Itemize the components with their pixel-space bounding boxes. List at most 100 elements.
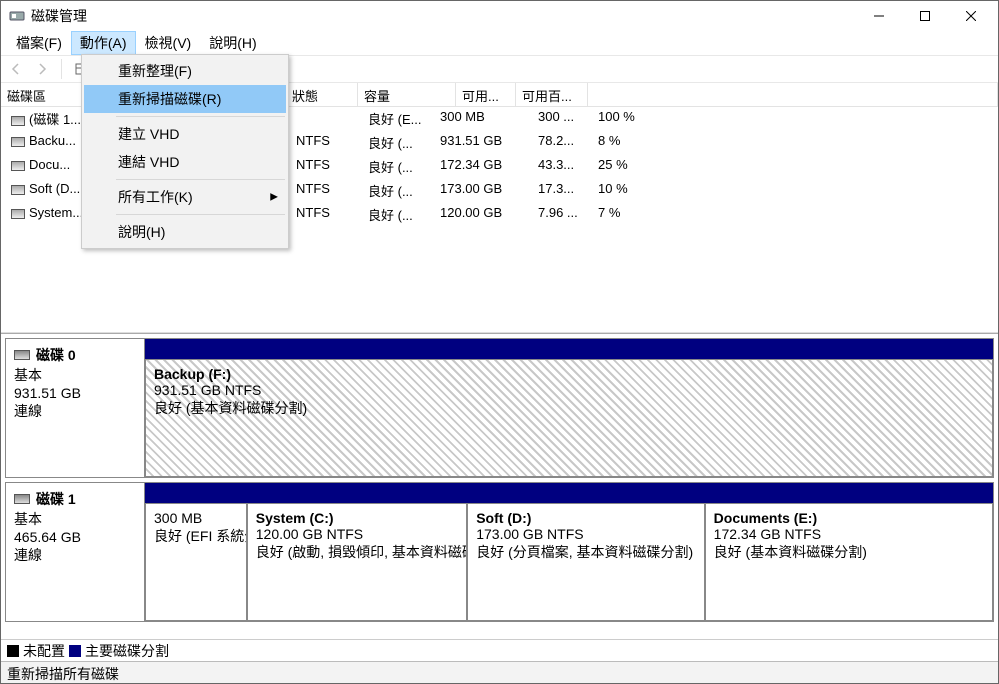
partition-status: 良好 (啟動, 損毀傾印, 基本資料磁碟分割) <box>256 542 458 562</box>
volume-free: 7.96 ... <box>532 203 592 227</box>
legend-primary-swatch <box>69 645 81 657</box>
column-free-pct[interactable]: 可用百... <box>516 83 588 107</box>
menu-action-attach-vhd[interactable]: 連結 VHD <box>84 148 286 176</box>
menu-view[interactable]: 檢視(V) <box>136 31 201 55</box>
volume-capacity: 173.00 GB <box>434 179 532 203</box>
column-capacity[interactable]: 容量 <box>358 83 456 107</box>
disk-partitions: 300 MB良好 (EFI 系統分割)System (C:)120.00 GB … <box>145 482 994 622</box>
partition-size: 120.00 GB NTFS <box>256 526 458 542</box>
disk-icon <box>14 494 30 504</box>
menu-separator <box>116 214 285 215</box>
partition[interactable]: System (C:)120.00 GB NTFS良好 (啟動, 損毀傾印, 基… <box>247 503 467 621</box>
app-icon <box>9 8 25 24</box>
volume-free-pct: 25 % <box>592 155 664 179</box>
volume-capacity: 300 MB <box>434 107 532 131</box>
disk-name: 磁碟 1 <box>36 489 76 509</box>
menu-action-all-tasks[interactable]: 所有工作(K)▶ <box>84 183 286 211</box>
volume-fs: NTFS <box>290 203 362 227</box>
legend-unallocated-label: 未配置 <box>23 641 65 661</box>
disk-info[interactable]: 磁碟 0基本931.51 GB連線 <box>5 338 145 478</box>
partition-size: 172.34 GB NTFS <box>714 526 984 542</box>
nav-forward-button[interactable] <box>31 58 53 80</box>
column-free[interactable]: 可用... <box>456 83 516 107</box>
menu-action[interactable]: 動作(A) <box>71 31 136 55</box>
menu-action-create-vhd[interactable]: 建立 VHD <box>84 120 286 148</box>
partition-title: Soft (D:) <box>476 510 695 526</box>
disk-header-bar <box>145 483 993 503</box>
menu-action-rescan[interactable]: 重新掃描磁碟(R) <box>84 85 286 113</box>
disk-header-bar <box>145 339 993 359</box>
volume-fs: NTFS <box>290 131 362 155</box>
menu-bar: 檔案(F) 動作(A) 檢視(V) 說明(H) 重新整理(F) 重新掃描磁碟(R… <box>1 31 998 55</box>
disk-state: 連線 <box>14 401 136 421</box>
legend-primary-label: 主要磁碟分割 <box>85 641 169 661</box>
volume-icon <box>11 209 25 219</box>
menu-separator <box>116 116 285 117</box>
volume-status: 良好 (... <box>362 203 434 227</box>
minimize-button[interactable] <box>856 1 902 31</box>
volume-free-pct: 100 % <box>592 107 664 131</box>
close-button[interactable] <box>948 1 994 31</box>
volume-free: 17.3... <box>532 179 592 203</box>
disk-size: 465.64 GB <box>14 529 136 545</box>
column-status[interactable]: 狀態 <box>286 83 358 107</box>
volume-free: 78.2... <box>532 131 592 155</box>
menu-file[interactable]: 檔案(F) <box>7 31 71 55</box>
disk-size: 931.51 GB <box>14 385 136 401</box>
partition-status: 良好 (基本資料磁碟分割) <box>714 542 984 562</box>
partition-title: Backup (F:) <box>154 366 984 382</box>
legend-unallocated-swatch <box>7 645 19 657</box>
status-text: 重新掃描所有磁碟 <box>7 666 119 682</box>
partition-title: System (C:) <box>256 510 458 526</box>
menu-help[interactable]: 說明(H) <box>200 31 265 55</box>
disk-name: 磁碟 0 <box>36 345 76 365</box>
volume-status: 良好 (... <box>362 131 434 155</box>
menu-action-refresh[interactable]: 重新整理(F) <box>84 57 286 85</box>
partition-status: 良好 (分頁檔案, 基本資料磁碟分割) <box>476 542 695 562</box>
disk-block: 磁碟 1基本465.64 GB連線300 MB良好 (EFI 系統分割)Syst… <box>5 482 994 622</box>
disk-partitions: Backup (F:)931.51 GB NTFS良好 (基本資料磁碟分割) <box>145 338 994 478</box>
title-bar: 磁碟管理 <box>1 1 998 31</box>
partition[interactable]: Backup (F:)931.51 GB NTFS良好 (基本資料磁碟分割) <box>145 359 993 477</box>
toolbar-divider <box>61 59 62 79</box>
partition-size: 300 MB <box>154 510 238 526</box>
action-dropdown: 重新整理(F) 重新掃描磁碟(R) 建立 VHD 連結 VHD 所有工作(K)▶… <box>81 54 289 249</box>
submenu-arrow-icon: ▶ <box>270 192 278 203</box>
volume-free-pct: 10 % <box>592 179 664 203</box>
menu-action-help[interactable]: 說明(H) <box>84 218 286 246</box>
volume-free: 300 ... <box>532 107 592 131</box>
volume-icon <box>11 137 25 147</box>
volume-status: 良好 (... <box>362 179 434 203</box>
volume-icon <box>11 116 25 126</box>
nav-back-button[interactable] <box>5 58 27 80</box>
volume-fs: NTFS <box>290 179 362 203</box>
volume-free-pct: 7 % <box>592 203 664 227</box>
column-spacer <box>588 83 998 107</box>
maximize-button[interactable] <box>902 1 948 31</box>
disk-graphical-view: 磁碟 0基本931.51 GB連線Backup (F:)931.51 GB NT… <box>1 333 998 639</box>
volume-free-pct: 8 % <box>592 131 664 155</box>
volume-fs: NTFS <box>290 155 362 179</box>
volume-status: 良好 (E... <box>362 107 434 131</box>
menu-separator <box>116 179 285 180</box>
window-title: 磁碟管理 <box>31 6 856 26</box>
disk-state: 連線 <box>14 545 136 565</box>
partition-title: Documents (E:) <box>714 510 984 526</box>
disk-info[interactable]: 磁碟 1基本465.64 GB連線 <box>5 482 145 622</box>
partition-size: 931.51 GB NTFS <box>154 382 984 398</box>
partition-status: 良好 (基本資料磁碟分割) <box>154 398 984 418</box>
volume-icon <box>11 161 25 171</box>
volume-capacity: 931.51 GB <box>434 131 532 155</box>
partition[interactable]: Soft (D:)173.00 GB NTFS良好 (分頁檔案, 基本資料磁碟分… <box>467 503 704 621</box>
volume-fs <box>290 107 362 131</box>
disk-type: 基本 <box>14 365 136 385</box>
status-bar: 重新掃描所有磁碟 <box>1 661 998 683</box>
volume-free: 43.3... <box>532 155 592 179</box>
disk-type: 基本 <box>14 509 136 529</box>
disk-icon <box>14 350 30 360</box>
disk-block: 磁碟 0基本931.51 GB連線Backup (F:)931.51 GB NT… <box>5 338 994 478</box>
volume-status: 良好 (... <box>362 155 434 179</box>
partition[interactable]: 300 MB良好 (EFI 系統分割) <box>145 503 247 621</box>
partition[interactable]: Documents (E:)172.34 GB NTFS良好 (基本資料磁碟分割… <box>705 503 993 621</box>
volume-capacity: 172.34 GB <box>434 155 532 179</box>
